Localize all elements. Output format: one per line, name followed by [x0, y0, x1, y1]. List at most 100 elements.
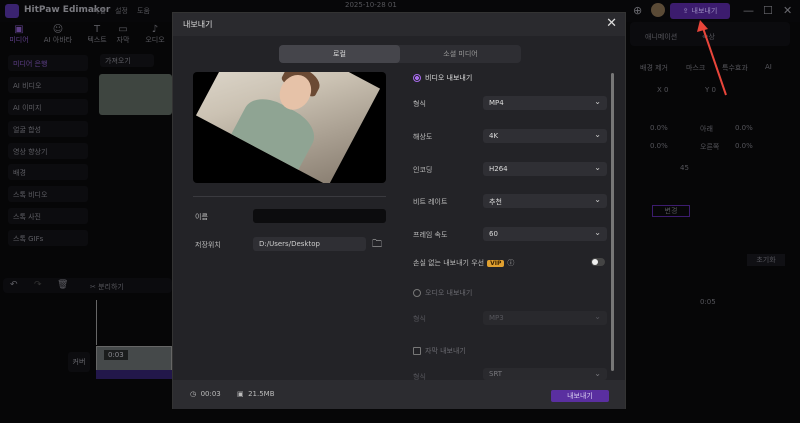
settings-scrollbar[interactable] — [611, 73, 614, 371]
encoding-select[interactable]: H264 ⌄ — [483, 162, 607, 176]
import-button[interactable]: 가져오기 — [100, 54, 154, 67]
x-field[interactable]: X 0 — [657, 86, 669, 94]
download-icon[interactable]: ⊕ — [633, 4, 642, 17]
folder-icon[interactable]: 🗀 — [372, 237, 382, 254]
bitrate-select[interactable]: 추천 ⌄ — [483, 194, 607, 208]
subtitle-format-select[interactable]: SRT ⌄ — [483, 368, 607, 380]
y-field[interactable]: Y 0 — [705, 86, 716, 94]
sidebar-item-background[interactable]: 배경 — [8, 164, 88, 180]
duration-info: ◷ 00:03 — [190, 390, 221, 398]
video-preview — [193, 72, 386, 183]
subtab-ai[interactable]: AI — [765, 63, 772, 71]
format-select[interactable]: MP4 ⌄ — [483, 96, 607, 110]
y-value: 0 — [711, 86, 716, 94]
delete-icon[interactable]: 🗑 — [57, 280, 68, 290]
reset-button[interactable]: 초기화 — [747, 254, 785, 266]
sidebar-item-stock-gifs[interactable]: 스톡 GIFs — [8, 230, 88, 246]
menu-help[interactable]: 도움 — [137, 6, 150, 16]
save-icon: ▣ — [237, 390, 244, 398]
encoding-label: 인코딩 — [413, 166, 433, 174]
lossless-label: 손실 없는 내보내기 우선 — [413, 259, 485, 267]
maximize-button[interactable]: ☐ — [763, 4, 773, 17]
audio-format-value: MP3 — [489, 314, 504, 322]
sidebar-item-ai-image[interactable]: AI 이미지 — [8, 99, 88, 115]
vip-badge: VIP — [487, 259, 505, 267]
subtab-effects[interactable]: 특수효과 — [722, 63, 748, 73]
change-button[interactable]: 변경 — [652, 205, 690, 217]
tab-animation[interactable]: 애니메이션 — [645, 32, 677, 42]
export-button[interactable]: 내보내기 — [551, 390, 609, 402]
minimize-button[interactable]: — — [743, 4, 754, 17]
redo-icon[interactable]: ↷ — [34, 280, 42, 290]
tab-social-media[interactable]: 소셜 미디어 — [400, 45, 521, 63]
subtitle-format-value: SRT — [489, 370, 503, 378]
scissors-icon: ✂ — [90, 283, 96, 291]
avatar[interactable] — [651, 3, 665, 17]
subtab-bg-remove[interactable]: 배경 제거 — [640, 63, 668, 73]
tool-label: 오디오 — [145, 36, 165, 44]
right-label: 오른쪽 — [700, 143, 720, 151]
info-icon[interactable]: ⓘ — [507, 258, 514, 268]
audio-icon: ♪ — [151, 24, 159, 35]
divider — [193, 196, 386, 197]
lossless-row: 손실 없는 내보내기 우선 VIP ⓘ — [413, 258, 514, 268]
sidebar-item-enhancer[interactable]: 영상 향상기 — [8, 143, 88, 159]
menu-settings[interactable]: 설정 — [115, 6, 128, 16]
name-input[interactable] — [253, 209, 386, 223]
chevron-down-icon: ⌄ — [594, 195, 601, 204]
format-value: MP4 — [489, 99, 504, 107]
export-tabs: 로컬 소셜 미디어 — [279, 45, 521, 63]
framerate-select[interactable]: 60 ⌄ — [483, 227, 607, 241]
x-value: 0 — [664, 86, 669, 94]
date-label: 2025-10-28 01 — [345, 1, 397, 9]
resolution-label: 해상도 — [413, 133, 433, 141]
tool-ai-avatar[interactable]: ☺ AI 아바타 — [38, 24, 78, 45]
tab-local[interactable]: 로컬 — [279, 45, 400, 63]
timeline-toolbar — [3, 278, 172, 293]
menu-file[interactable]: 파일 — [93, 6, 106, 16]
tool-audio[interactable]: ♪ 오디오 — [138, 24, 172, 45]
radio-unchecked-icon — [413, 289, 421, 297]
split-button[interactable]: ✂ 분리하기 — [90, 282, 124, 292]
video-export-radio[interactable]: 비디오 내보내기 — [413, 73, 472, 83]
playhead[interactable] — [96, 300, 97, 345]
app-logo — [5, 4, 19, 18]
export-top-button[interactable]: ⇪ 내보내기 — [670, 3, 730, 19]
pct-field-4[interactable]: 0.0% — [735, 142, 753, 150]
sidebar-item-ai-video[interactable]: AI 비디오 — [8, 77, 88, 93]
dialog-close-button[interactable]: ✕ — [606, 16, 617, 31]
size-value: 21.5MB — [248, 390, 275, 398]
resolution-value: 4K — [489, 132, 499, 140]
text-icon: T — [93, 24, 101, 35]
chevron-down-icon: ⌄ — [594, 97, 601, 106]
tool-text[interactable]: T 텍스트 — [80, 24, 114, 45]
media-thumbnail[interactable] — [99, 74, 172, 115]
sidebar-item-face-swap[interactable]: 얼굴 합성 — [8, 121, 88, 137]
sidebar-item-stock-photo[interactable]: 스톡 사진 — [8, 208, 88, 224]
subtitle-export-checkbox[interactable]: 자막 내보내기 — [413, 346, 466, 356]
pct-field-2[interactable]: 0.0% — [735, 124, 753, 132]
preview-image — [195, 72, 381, 183]
tool-subtitle[interactable]: ▭ 자막 — [110, 24, 136, 45]
pct-field-1[interactable]: 0.0% — [650, 124, 668, 132]
audio-export-radio[interactable]: 오디오 내보내기 — [413, 288, 472, 298]
sidebar-item-media-bank[interactable]: 미디어 은행 — [8, 55, 88, 71]
location-input[interactable]: D:/Users/Desktop — [253, 237, 366, 251]
upload-icon: ⇪ — [682, 7, 689, 15]
subtab-mask[interactable]: 마스크 — [686, 63, 705, 73]
angle-field[interactable]: 45 — [680, 164, 689, 172]
close-window-button[interactable]: ✕ — [783, 4, 792, 17]
ai-avatar-icon: ☺ — [52, 24, 64, 35]
undo-icon[interactable]: ↶ — [10, 280, 18, 290]
tool-media[interactable]: ▣ 미디어 — [2, 24, 36, 45]
lossless-toggle[interactable] — [591, 258, 605, 266]
tool-label: 미디어 — [9, 36, 29, 44]
bitrate-label: 비트 레이트 — [413, 198, 448, 206]
subtitle-export-label: 자막 내보내기 — [425, 347, 466, 355]
audio-format-select[interactable]: MP3 ⌄ — [483, 311, 607, 325]
pct-field-3[interactable]: 0.0% — [650, 142, 668, 150]
cover-button[interactable]: 커버 — [68, 352, 90, 372]
sidebar-item-stock-video[interactable]: 스톡 비디오 — [8, 186, 88, 202]
resolution-select[interactable]: 4K ⌄ — [483, 129, 607, 143]
tab-properties[interactable]: 속상 — [702, 32, 715, 42]
